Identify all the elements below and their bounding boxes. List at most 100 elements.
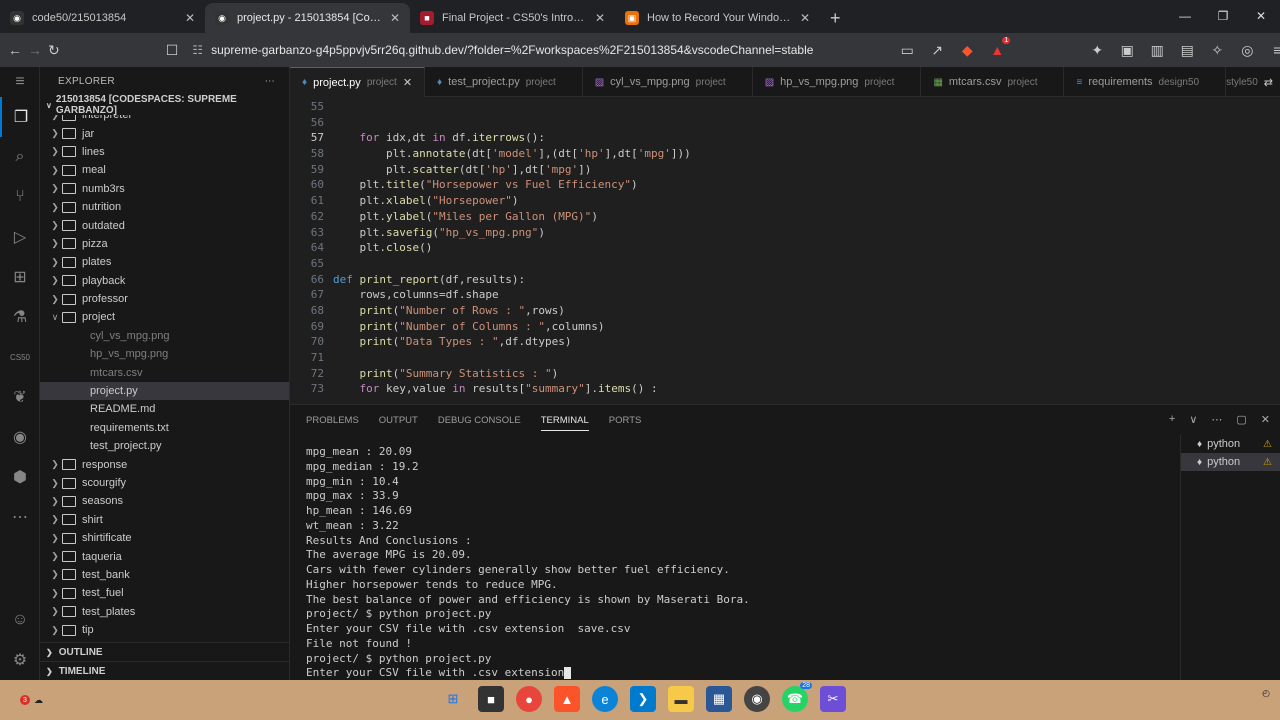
file-item[interactable]: cyl_vs_mpg.png [40, 327, 289, 345]
outline-section[interactable]: ❯ OUTLINE [40, 642, 289, 661]
folder-item[interactable]: ❯ shirtificate [40, 529, 289, 547]
panel-more-icon[interactable]: ⋯ [1211, 413, 1222, 426]
folder-item[interactable]: ❯ meal [40, 161, 289, 179]
browser-tab[interactable]: ■ Final Project - CS50's Introduction to ✕ [410, 3, 615, 33]
file-item[interactable]: test_project.py [40, 437, 289, 455]
folder-item[interactable]: ❯ lines [40, 143, 289, 161]
code-line[interactable]: 68 print("Number of Rows : ",rows) [290, 304, 1280, 320]
new-terminal-icon[interactable]: + [1169, 413, 1175, 426]
folder-item[interactable]: ❯ jar [40, 124, 289, 142]
code-line[interactable]: 62 plt.ylabel("Miles per Gallon (MPG)") [290, 210, 1280, 226]
share-icon[interactable]: ↗ [924, 37, 950, 63]
code-line[interactable]: 66 def print_report(df,results): [290, 273, 1280, 289]
folder-item[interactable]: ❯ seasons [40, 492, 289, 510]
folder-item[interactable]: ❯ tip [40, 621, 289, 639]
forward-icon[interactable]: → [28, 37, 42, 63]
maximize-panel-icon[interactable]: ▢ [1236, 413, 1246, 426]
folder-item[interactable]: ❯ plates [40, 253, 289, 271]
panel-tab-debug-console[interactable]: DEBUG CONSOLE [438, 415, 521, 426]
github-icon[interactable]: ◉ [0, 417, 40, 457]
ducky-icon[interactable]: ❦ [0, 377, 40, 417]
close-tab-icon[interactable]: ✕ [390, 11, 400, 25]
editor-tab[interactable]: ♦ project.py project ✕ [290, 67, 426, 97]
folder-item[interactable]: ❯ pizza [40, 235, 289, 253]
folder-item[interactable]: ❯ scourgify [40, 474, 289, 492]
folder-item[interactable]: ❯ response [40, 455, 289, 473]
site-info-icon[interactable]: ☷ [192, 43, 203, 57]
file-item[interactable]: README.md [40, 400, 289, 418]
account-icon[interactable]: ☺ [0, 600, 40, 640]
code-line[interactable]: 72 print("Summary Statistics : ") [290, 367, 1280, 383]
editor-tab[interactable]: ▦ mtcars.csv project [921, 67, 1065, 97]
source-control-icon[interactable]: ⑂ [0, 177, 40, 217]
folder-item[interactable]: ❯ taqueria [40, 547, 289, 565]
close-panel-icon[interactable]: ✕ [1261, 413, 1270, 426]
folder-item[interactable]: ❯ nutrition [40, 198, 289, 216]
wallet-icon[interactable]: ▤ [1174, 37, 1200, 63]
code-line[interactable]: 64 plt.close() [290, 241, 1280, 257]
code-line[interactable]: 56 [290, 116, 1280, 132]
system-clock[interactable]: ◴ [1262, 688, 1270, 699]
vscode-icon[interactable]: ❯ [630, 686, 656, 712]
edge-icon[interactable]: e [592, 686, 618, 712]
file-item[interactable]: project.py [40, 381, 289, 401]
snipping-tool-icon[interactable]: ✂ [820, 686, 846, 712]
folder-item[interactable]: ❯ interpreter [40, 115, 289, 124]
code-line[interactable]: 61 plt.xlabel("Horsepower") [290, 194, 1280, 210]
browser-tab[interactable]: ◉ project.py - 215013854 [Codespaces ✕ [205, 3, 410, 33]
editor-tab[interactable]: ♦ test_project.py project [425, 67, 583, 97]
file-item[interactable]: hp_vs_mpg.png [40, 345, 289, 363]
file-explorer-icon[interactable]: ▬ [668, 686, 694, 712]
close-tab-icon[interactable]: ✕ [185, 11, 195, 25]
restore-button[interactable]: ❐ [1204, 0, 1242, 32]
folder-item[interactable]: ❯ numb3rs [40, 180, 289, 198]
file-item[interactable]: requirements.txt [40, 419, 289, 437]
folder-item[interactable]: ❯ test_fuel [40, 584, 289, 602]
sidebar-toggle-icon[interactable]: ▥ [1144, 37, 1170, 63]
code-line[interactable]: 58 plt.annotate(dt['model'],(dt['hp'],dt… [290, 147, 1280, 163]
code-line[interactable]: 65 [290, 257, 1280, 273]
minimize-button[interactable]: — [1166, 0, 1204, 32]
run-debug-icon[interactable]: ▷ [0, 217, 40, 257]
windows-start-icon[interactable]: ⊞ [440, 686, 466, 712]
bookmark-icon[interactable]: ☐ [166, 37, 179, 63]
cast-icon[interactable]: ▭ [894, 37, 920, 63]
code-line[interactable]: 71 [290, 351, 1280, 367]
file-item[interactable]: mtcars.csv [40, 363, 289, 381]
codespace-icon[interactable]: ⬢ [0, 457, 40, 497]
editor-tab[interactable]: ▨ cyl_vs_mpg.png project [583, 67, 753, 97]
code-line[interactable]: 60 plt.title("Horsepower vs Fuel Efficie… [290, 178, 1280, 194]
folder-item[interactable]: ❯ shirt [40, 511, 289, 529]
editor-tab[interactable]: ▨ hp_vs_mpg.png project [753, 67, 922, 97]
reload-icon[interactable]: ↻ [48, 37, 60, 63]
code-line[interactable]: 55 [290, 100, 1280, 116]
extensions-icon[interactable]: ✦ [1084, 37, 1110, 63]
search-icon[interactable]: ⌕ [0, 137, 40, 177]
vpn-icon[interactable]: ◎ [1234, 37, 1260, 63]
folder-item[interactable]: ∨ project [40, 308, 289, 326]
code-line[interactable]: 59 plt.scatter(dt['hp'],dt['mpg']) [290, 163, 1280, 179]
back-icon[interactable]: ← [8, 37, 22, 63]
screenshot-icon[interactable]: ▣ [1114, 37, 1140, 63]
obs-icon[interactable]: ◉ [744, 686, 770, 712]
menu-icon[interactable]: ≡ [1264, 37, 1280, 63]
terminal-dropdown-icon[interactable]: ∨ [1189, 413, 1197, 426]
cs50-icon[interactable]: CS50 [0, 337, 40, 377]
code-line[interactable]: 57 for idx,dt in df.iterrows(): [290, 131, 1280, 147]
chrome-icon[interactable]: ● [516, 686, 542, 712]
store-icon[interactable]: ▦ [706, 686, 732, 712]
close-tab-icon[interactable]: ✕ [403, 76, 412, 89]
folder-item[interactable]: ❯ professor [40, 290, 289, 308]
style50-tab[interactable]: style50 ⇄ ◫ ⋯ [1226, 67, 1280, 97]
leo-ai-icon[interactable]: ✧ [1204, 37, 1230, 63]
brave-rewards-icon[interactable]: ▲ 1 [984, 37, 1011, 63]
explorer-more-icon[interactable]: ⋯ [265, 76, 275, 87]
panel-tab-ports[interactable]: PORTS [609, 415, 642, 426]
address-bar[interactable]: ☷ supreme-garbanzo-g4p5ppvjv5rr26q.githu… [188, 37, 888, 63]
testing-icon[interactable]: ⚗ [0, 297, 40, 337]
panel-tab-output[interactable]: OUTPUT [379, 415, 418, 426]
terminal-instance[interactable]: ♦ python ⚠ [1181, 453, 1280, 471]
browser-tab[interactable]: ◉ code50/215013854 ✕ [0, 3, 205, 33]
folder-item[interactable]: ❯ test_plates [40, 603, 289, 621]
weather-widget[interactable]: 3 ☁ [20, 688, 70, 712]
